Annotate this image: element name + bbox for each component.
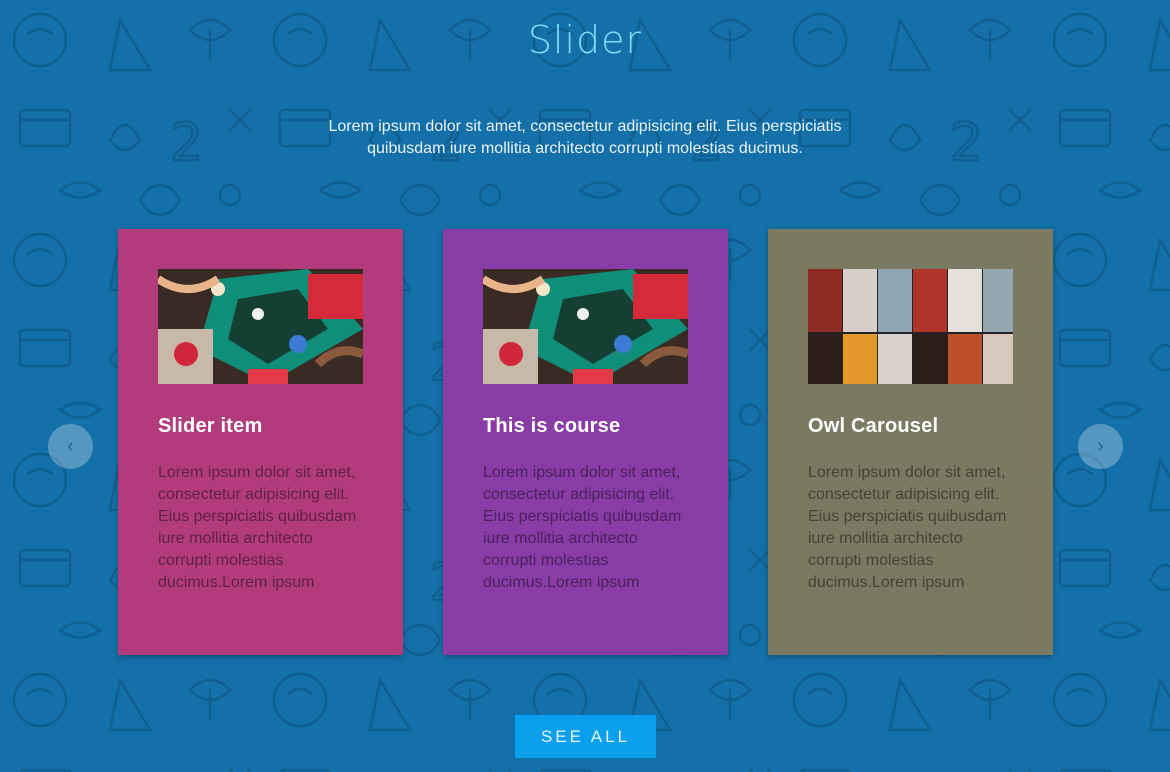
- chevron-left-icon: ‹: [67, 435, 74, 457]
- lockers-image: [808, 269, 1013, 384]
- slider-card[interactable]: Slider item Lorem ipsum dolor sit amet, …: [118, 229, 403, 655]
- craft-table-image: [158, 269, 363, 384]
- card-title: Owl Carousel: [808, 415, 939, 437]
- chevron-right-icon: ›: [1097, 435, 1104, 457]
- next-arrow-button[interactable]: ›: [1078, 424, 1123, 469]
- card-title: Slider item: [158, 415, 263, 437]
- slider-card[interactable]: Owl Carousel Lorem ipsum dolor sit amet,…: [768, 229, 1053, 655]
- craft-table-image: [483, 269, 688, 384]
- card-text: Lorem ipsum dolor sit amet, consectetur …: [483, 464, 682, 591]
- card-title: This is course: [483, 415, 621, 437]
- card-text: Lorem ipsum dolor sit amet, consectetur …: [158, 464, 357, 591]
- slider-card[interactable]: This is course Lorem ipsum dolor sit ame…: [443, 229, 728, 655]
- section-title: Slider: [527, 18, 643, 62]
- card-text: Lorem ipsum dolor sit amet, consectetur …: [808, 464, 1007, 591]
- section-intro: Lorem ipsum dolor sit amet, consectetur …: [328, 118, 842, 157]
- prev-arrow-button[interactable]: ‹: [48, 424, 93, 469]
- see-all-button[interactable]: SEE ALL: [515, 715, 656, 758]
